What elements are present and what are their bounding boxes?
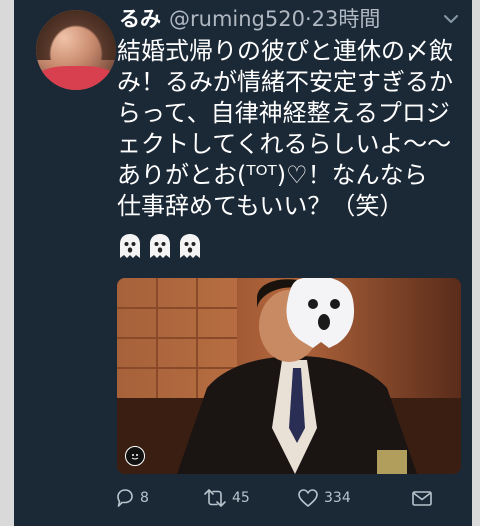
like-button[interactable]: 334 [296,484,351,512]
tweet-text-line: ェクトしてくれるらしいよ〜〜 [117,130,452,158]
heart-icon [298,489,318,507]
media-indicator-icon [125,446,145,466]
tweet-text-line: み！るみが情緒不安定すぎるか [117,68,453,96]
retweet-button[interactable]: 45 [202,484,250,512]
tweet-media-photo[interactable] [117,278,461,474]
separator-dot: · [304,7,312,31]
user-handle[interactable]: @ruming520 [169,7,305,31]
retweet-icon [204,489,226,507]
avatar-shirt [36,66,116,90]
ghost-icon [150,234,170,258]
tweet-text-line: らって、自律神経整えるプロジ [117,99,450,127]
emoji-row [116,232,204,262]
tweet-text: 結婚式帰りの彼ぴと連休の〆飲 み！るみが情緒不安定すぎるか らって、自律神経整え… [117,36,467,222]
reply-button[interactable]: 8 [114,484,149,512]
chevron-down-icon[interactable] [440,8,462,30]
like-count: 334 [324,490,351,506]
tweet-text-line: 仕事辞めてもいい？（笑） [117,192,404,220]
reply-count: 8 [140,490,149,506]
tweet-header: るみ @ruming520·23時間 [119,6,459,32]
tweet-text-line: ありがとお(ᵀᴼᵀ)♡！なんなら [117,161,428,189]
ghost-icon [120,234,140,258]
ghost-icon [180,234,200,258]
tweet-card: るみ @ruming520·23時間 結婚式帰りの彼ぴと連休の〆飲 み！るみが情緒… [14,0,472,526]
display-name[interactable]: るみ [119,7,161,31]
avatar-hair [36,10,116,60]
tweet-actions: 8 45 334 [114,484,464,512]
direct-message-button[interactable] [410,484,434,512]
tweet-text-line: 結婚式帰りの彼ぴと連休の〆飲 [117,37,453,65]
envelope-icon [412,491,432,506]
avatar[interactable] [36,10,116,90]
timestamp[interactable]: 23時間 [312,7,381,31]
retweet-count: 45 [232,490,250,506]
reply-icon [117,489,133,507]
